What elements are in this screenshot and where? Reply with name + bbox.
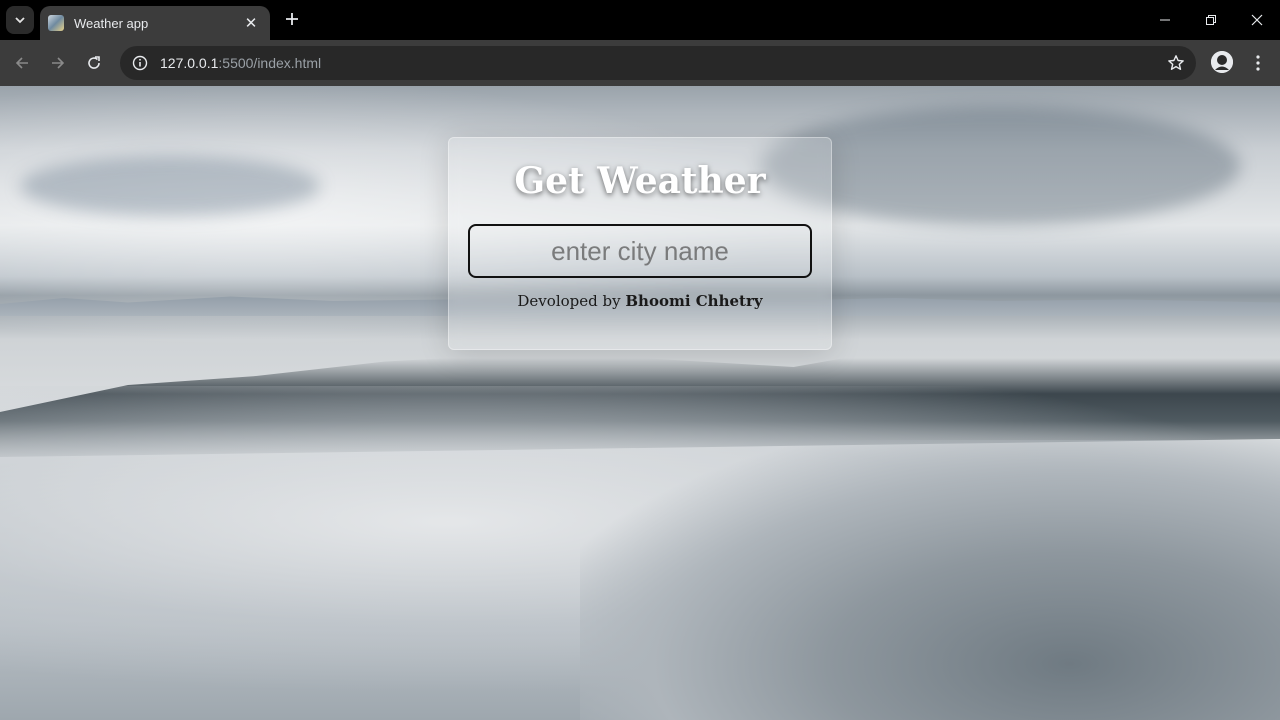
restore-button[interactable]: [1188, 0, 1234, 40]
forward-arrow-icon: [52, 57, 65, 69]
forward-button[interactable]: [44, 49, 72, 77]
credit-name: Bhoomi Chhetry: [625, 292, 763, 310]
close-icon: [1251, 14, 1263, 26]
info-icon[interactable]: [130, 53, 150, 73]
city-search-input[interactable]: [468, 224, 812, 278]
background-frost-trees: [580, 440, 1280, 720]
restore-icon: [1206, 15, 1216, 25]
reload-icon: [88, 56, 100, 69]
credit-prefix: Devoloped by: [517, 292, 621, 310]
reload-button[interactable]: [80, 49, 108, 77]
url-path: :5500/index.html: [218, 55, 322, 71]
plus-icon: [286, 13, 298, 25]
back-button[interactable]: [8, 49, 36, 77]
address-bar[interactable]: 127.0.0.1:5500/index.html: [120, 46, 1196, 80]
minimize-icon: [1160, 19, 1170, 21]
page-title: Get Weather: [514, 160, 766, 202]
page-viewport: Get Weather Devoloped by Bhoomi Chhetry: [0, 86, 1280, 720]
favicon-icon: [48, 15, 64, 31]
tab-strip: Weather app ✕: [0, 0, 1280, 40]
weather-card: Get Weather Devoloped by Bhoomi Chhetry: [448, 137, 832, 350]
tab-title: Weather app: [74, 15, 149, 31]
browser-tab[interactable]: Weather app ✕: [40, 6, 270, 40]
back-arrow-icon: [15, 57, 28, 69]
close-icon[interactable]: ✕: [242, 14, 260, 32]
minimize-button[interactable]: [1142, 0, 1188, 40]
url-host: 127.0.0.1: [160, 55, 219, 71]
chevron-down-icon: [15, 17, 25, 24]
browser-toolbar: 127.0.0.1:5500/index.html: [0, 40, 1280, 86]
kebab-menu-icon[interactable]: [1246, 49, 1270, 77]
tab-search-button[interactable]: [6, 6, 34, 34]
developer-credit: Devoloped by Bhoomi Chhetry: [449, 292, 831, 310]
background-cloud: [760, 106, 1240, 226]
close-window-button[interactable]: [1234, 0, 1280, 40]
new-tab-button[interactable]: [280, 8, 304, 32]
profile-avatar-icon[interactable]: [1211, 51, 1233, 73]
background-cloud: [20, 156, 320, 216]
star-icon[interactable]: [1166, 53, 1186, 73]
